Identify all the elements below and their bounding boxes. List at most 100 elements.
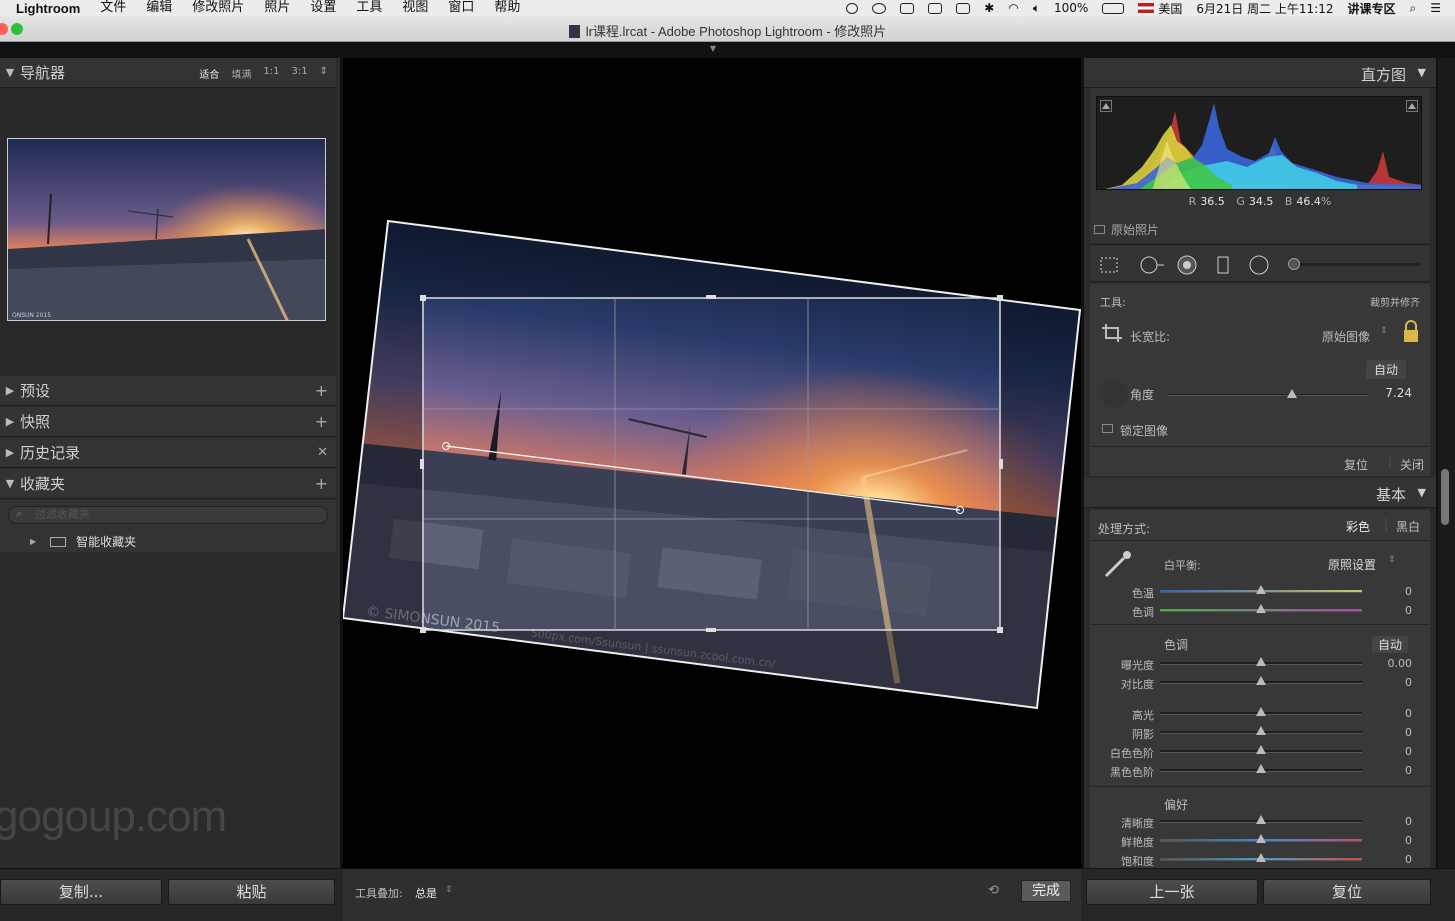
tint-knob[interactable] <box>1256 604 1266 613</box>
collection-search-input[interactable]: ⌕ 过滤收藏夹 <box>8 506 328 524</box>
angle-slider[interactable] <box>1168 389 1368 398</box>
highlight-clipping-icon[interactable] <box>1406 100 1418 112</box>
battery-icon[interactable] <box>1102 2 1125 14</box>
crop-handle-bl[interactable] <box>420 627 426 633</box>
copy-settings-button[interactable]: 复制... <box>0 879 162 905</box>
auto-straighten-button[interactable]: 自动 <box>1366 360 1407 379</box>
basic-header[interactable]: 基本 ▼ <box>1084 478 1436 508</box>
notification-center-icon[interactable]: ☰ <box>1430 1 1441 15</box>
tone-auto-button[interactable]: 自动 <box>1372 636 1409 653</box>
crop-handle-br[interactable] <box>997 627 1003 633</box>
graduated-filter-icon[interactable] <box>1212 254 1234 276</box>
constrain-checkbox[interactable] <box>1102 424 1113 433</box>
tint-slider[interactable] <box>1160 604 1362 613</box>
aspect-select[interactable]: 原始图像 <box>1322 328 1370 345</box>
clarity-knob[interactable] <box>1256 815 1266 824</box>
clear-history-icon[interactable]: ✕ <box>317 445 328 460</box>
zoom-fill[interactable]: 填满 <box>231 66 251 81</box>
radial-filter-icon[interactable] <box>1248 254 1270 276</box>
wb-dropdown-icon[interactable]: ⇕ <box>1388 555 1396 565</box>
history-header[interactable]: ▶ 历史记录 ✕ <box>0 438 336 468</box>
whites-slider[interactable] <box>1160 745 1362 754</box>
treatment-bw[interactable]: 黑白 <box>1396 518 1420 535</box>
blacks-knob[interactable] <box>1256 764 1266 773</box>
highlights-slider[interactable] <box>1160 707 1362 716</box>
done-button[interactable]: 完成 <box>1021 880 1071 902</box>
highlights-value[interactable]: 0 <box>1405 707 1412 720</box>
crop-close-button[interactable]: 关闭 <box>1400 456 1424 473</box>
crop-view[interactable]: © SIMONSUN 2015 500px.com/Ssunsun | ssun… <box>343 58 1081 868</box>
screen-icon[interactable] <box>900 2 915 14</box>
add-preset-icon[interactable]: + <box>315 381 328 400</box>
histogram-header[interactable]: 直方图 ▼ <box>1084 58 1436 88</box>
blacks-value[interactable]: 0 <box>1405 764 1412 777</box>
photo-canvas[interactable]: © SIMONSUN 2015 500px.com/Ssunsun | ssun… <box>343 58 1081 868</box>
menu-tools[interactable]: 工具 <box>356 0 382 16</box>
reset-button[interactable]: 复位 <box>1263 879 1431 905</box>
menu-file[interactable]: 文件 <box>100 0 126 16</box>
snapshots-header[interactable]: ▶ 快照 + <box>0 407 336 437</box>
zoom-fit[interactable]: 适合 <box>199 66 219 81</box>
paste-settings-button[interactable]: 粘贴 <box>168 879 335 905</box>
previous-button[interactable]: 上一张 <box>1086 879 1258 905</box>
navigator-thumbnail[interactable]: ONSUN 2015 <box>7 138 326 321</box>
exposure-slider[interactable] <box>1160 657 1362 666</box>
straighten-tool-icon[interactable] <box>1100 380 1128 408</box>
menu-develop[interactable]: 修改照片 <box>192 0 244 16</box>
brush-size-slider[interactable] <box>1288 258 1420 270</box>
crop-handle-bottom[interactable] <box>706 628 716 632</box>
clock[interactable]: 6月21日 周二 上午11:12 <box>1196 0 1333 16</box>
aspect-lock-icon[interactable] <box>1402 320 1420 344</box>
whites-value[interactable]: 0 <box>1405 745 1412 758</box>
crop-overlay-icon[interactable] <box>1098 254 1120 276</box>
angle-slider-knob[interactable] <box>1287 389 1297 398</box>
smart-collections-row[interactable]: ▶ 智能收藏夹 <box>30 533 136 550</box>
app-menu[interactable]: Lightroom <box>16 1 80 16</box>
user-name[interactable]: 讲课专区 <box>1347 0 1395 16</box>
menu-settings[interactable]: 设置 <box>310 0 336 16</box>
exposure-value[interactable]: 0.00 <box>1388 657 1413 670</box>
flag-icon[interactable] <box>1138 3 1155 13</box>
shadows-knob[interactable] <box>1256 726 1266 735</box>
angle-value[interactable]: 7.24 <box>1385 386 1412 400</box>
display-icon[interactable] <box>928 2 943 14</box>
record-icon[interactable] <box>846 2 859 14</box>
treatment-color[interactable]: 彩色 <box>1346 518 1370 535</box>
histogram[interactable] <box>1096 96 1422 190</box>
spot-removal-icon[interactable] <box>1138 254 1168 276</box>
menu-window[interactable]: 窗口 <box>448 0 474 16</box>
highlights-knob[interactable] <box>1256 707 1266 716</box>
zoom-1-1[interactable]: 1:1 <box>263 66 279 81</box>
menu-view[interactable]: 视图 <box>402 0 428 16</box>
crop-reset-button[interactable]: 复位 <box>1344 456 1368 473</box>
right-panel-scrollbar[interactable] <box>1438 58 1455 868</box>
contrast-slider[interactable] <box>1160 676 1362 685</box>
crop-handle-right[interactable] <box>999 459 1003 469</box>
temp-value[interactable]: 0 <box>1405 585 1412 598</box>
vibrance-value[interactable]: 0 <box>1405 834 1412 847</box>
tool-overlay-select[interactable]: 总是 <box>415 885 437 901</box>
original-photo-checkbox[interactable] <box>1094 225 1105 234</box>
spotlight-icon[interactable]: ⌕ <box>1410 1 1417 16</box>
right-panel-scroll-thumb[interactable] <box>1441 469 1449 525</box>
shadows-value[interactable]: 0 <box>1405 726 1412 739</box>
tint-value[interactable]: 0 <box>1405 604 1412 617</box>
zoom-3-1[interactable]: 3:1 <box>292 66 308 81</box>
show-original-toggle[interactable]: 原始照片 <box>1094 221 1159 238</box>
aspect-dropdown-icon[interactable]: ⇕ <box>1380 326 1388 336</box>
menu-edit[interactable]: 编辑 <box>146 0 172 16</box>
blacks-slider[interactable] <box>1160 764 1362 773</box>
tool-overlay-dropdown-icon[interactable]: ⇕ <box>445 885 453 895</box>
shadows-slider[interactable] <box>1160 726 1362 735</box>
menu-photo[interactable]: 照片 <box>264 0 290 16</box>
airplay-icon[interactable] <box>956 2 971 14</box>
contrast-value[interactable]: 0 <box>1405 676 1412 689</box>
add-snapshot-icon[interactable]: + <box>315 412 328 431</box>
saturation-slider[interactable] <box>1160 853 1362 862</box>
temp-slider[interactable] <box>1160 585 1362 594</box>
crop-handle-tr[interactable] <box>997 295 1003 301</box>
crop-handle-top[interactable] <box>706 295 716 299</box>
temp-knob[interactable] <box>1256 585 1266 594</box>
crop-tool-icon[interactable] <box>1100 322 1126 344</box>
grid-overlay-cycle-icon[interactable]: ⟲ <box>988 883 999 898</box>
